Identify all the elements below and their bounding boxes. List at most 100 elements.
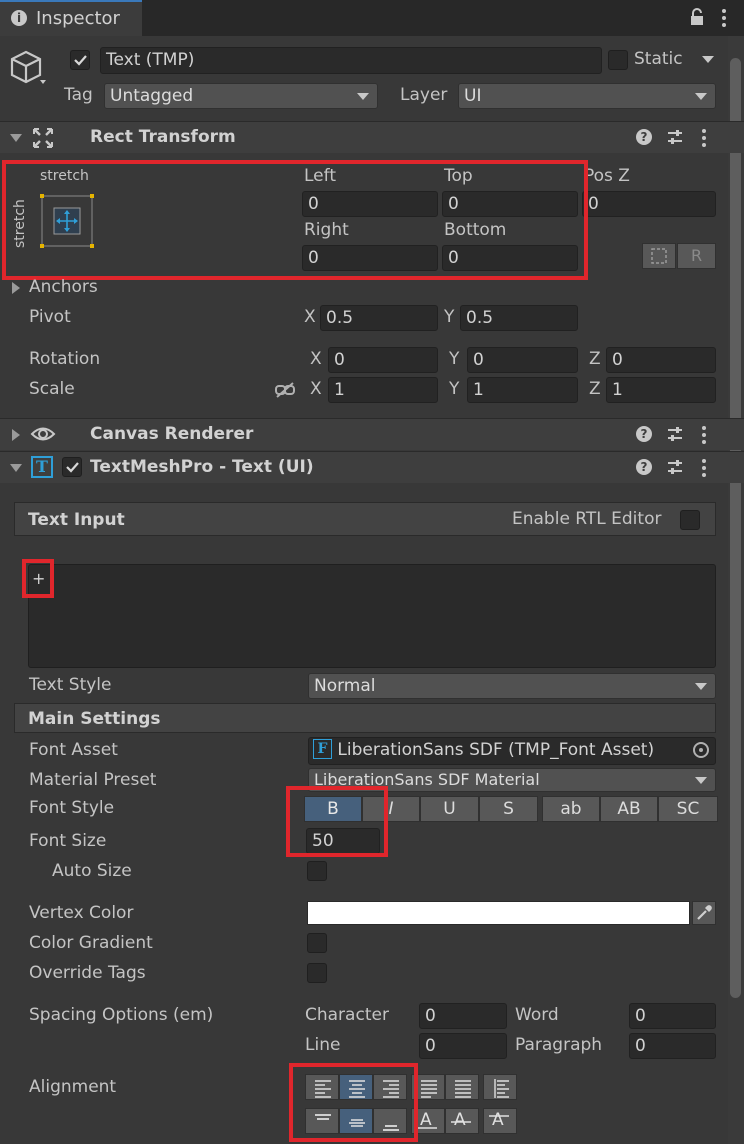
tag-label: Tag: [64, 85, 93, 105]
eyedropper-icon[interactable]: [692, 901, 716, 925]
active-checkbox[interactable]: [70, 50, 90, 70]
gameobject-cube-icon: [10, 48, 50, 93]
pivot-x-label: X: [304, 307, 316, 327]
component-menu-icon[interactable]: [701, 458, 707, 483]
align-bottom-button[interactable]: [373, 1108, 407, 1134]
bottom-field[interactable]: 0: [442, 245, 578, 271]
scale-y-field[interactable]: 1: [467, 377, 578, 403]
paragraph-label: Paragraph: [515, 1035, 603, 1055]
font-style-italic-button[interactable]: I: [362, 796, 420, 822]
font-asset-field[interactable]: F LiberationSans SDF (TMP_Font Asset): [308, 737, 716, 765]
align-right-button[interactable]: [373, 1074, 407, 1100]
scale-z-field[interactable]: 1: [606, 377, 716, 403]
left-label: Left: [304, 166, 336, 186]
scale-label: Scale: [29, 379, 75, 399]
align-left-button[interactable]: [305, 1074, 339, 1100]
anchor-preset-top-label: stretch: [40, 168, 89, 184]
align-middle-button[interactable]: [339, 1108, 373, 1134]
character-label: Character: [305, 1005, 389, 1025]
font-style-uppercase-button[interactable]: AB: [600, 796, 658, 822]
rot-z-label: Z: [589, 349, 601, 369]
canvas-renderer-title: Canvas Renderer: [90, 424, 254, 444]
font-style-underline-button[interactable]: U: [420, 796, 479, 822]
font-style-lowercase-button[interactable]: ab: [542, 796, 600, 822]
lock-icon[interactable]: [690, 8, 704, 26]
enable-rtl-checkbox[interactable]: [680, 510, 700, 530]
word-spacing-field[interactable]: 0: [629, 1003, 716, 1029]
align-justified-button[interactable]: [411, 1074, 445, 1100]
font-style-bold-button[interactable]: B: [304, 796, 362, 822]
rot-z-field[interactable]: 0: [606, 347, 716, 373]
material-preset-dropdown[interactable]: LiberationSans SDF Material: [308, 768, 716, 792]
top-label: Top: [444, 166, 473, 186]
tmp-enabled-checkbox[interactable]: [62, 457, 82, 477]
presets-icon[interactable]: [666, 425, 684, 448]
rot-y-field[interactable]: 0: [467, 347, 578, 373]
align-midline-button[interactable]: A: [445, 1108, 479, 1134]
anchors-label[interactable]: Anchors: [29, 277, 98, 297]
posz-field[interactable]: 0: [582, 191, 716, 217]
anchor-presets-button[interactable]: [40, 194, 94, 248]
blueprint-mode-button[interactable]: [642, 243, 676, 269]
tag-dropdown[interactable]: Untagged: [104, 83, 378, 109]
scrollbar-track[interactable]: [728, 36, 744, 1144]
tmp-header[interactable]: T TextMeshPro - Text (UI) ?: [0, 451, 744, 483]
auto-size-label: Auto Size: [52, 861, 132, 881]
static-dropdown-arrow-icon[interactable]: [702, 56, 714, 63]
layer-dropdown[interactable]: UI: [458, 83, 716, 109]
right-field[interactable]: 0: [302, 245, 438, 271]
pivot-x-field[interactable]: 0.5: [320, 305, 438, 331]
left-field[interactable]: 0: [302, 191, 438, 217]
scrollbar-thumb[interactable]: [730, 58, 741, 998]
foldout-closed-icon: [12, 429, 20, 441]
presets-icon[interactable]: [666, 458, 684, 481]
override-tags-checkbox[interactable]: [307, 963, 327, 983]
font-size-label: Font Size: [29, 831, 107, 851]
chevron-down-icon: [695, 683, 707, 690]
color-gradient-label: Color Gradient: [29, 933, 153, 953]
object-name-field[interactable]: Text (TMP): [100, 47, 602, 74]
inspector-tab[interactable]: i Inspector: [0, 0, 142, 36]
align-flush-button[interactable]: [445, 1074, 479, 1100]
presets-icon[interactable]: [666, 128, 684, 151]
vertex-color-swatch[interactable]: [307, 901, 690, 925]
align-center-button[interactable]: [339, 1074, 373, 1100]
font-style-strikethrough-button[interactable]: S: [479, 796, 538, 822]
chevron-down-icon: [695, 777, 707, 784]
object-picker-icon[interactable]: [693, 742, 709, 758]
font-size-field[interactable]: 50: [306, 828, 380, 854]
align-capline-button[interactable]: A: [483, 1108, 517, 1134]
align-geometry-center-button[interactable]: [483, 1074, 517, 1100]
constrain-proportions-link-icon[interactable]: [274, 381, 296, 404]
help-icon[interactable]: ?: [636, 129, 652, 145]
character-spacing-field[interactable]: 0: [419, 1003, 507, 1029]
rect-transform-header[interactable]: Rect Transform ?: [0, 121, 744, 153]
help-icon[interactable]: ?: [636, 426, 652, 442]
top-field[interactable]: 0: [442, 191, 578, 217]
align-top-button[interactable]: [305, 1108, 339, 1134]
foldout-closed-icon[interactable]: [12, 282, 20, 294]
auto-size-checkbox[interactable]: [307, 861, 327, 881]
more-menu-icon[interactable]: [720, 8, 728, 28]
pivot-label: Pivot: [29, 307, 71, 327]
text-input-label: Text Input: [28, 510, 125, 530]
raw-edit-button[interactable]: R: [677, 243, 716, 269]
component-menu-icon[interactable]: [701, 128, 707, 153]
color-gradient-checkbox[interactable]: [307, 933, 327, 953]
chevron-down-icon: [695, 93, 707, 100]
font-style-smallcaps-button[interactable]: SC: [658, 796, 718, 822]
rot-x-field[interactable]: 0: [328, 347, 438, 373]
static-checkbox[interactable]: [608, 50, 628, 70]
text-style-dropdown[interactable]: Normal: [308, 673, 716, 699]
text-input-area[interactable]: [28, 564, 716, 668]
paragraph-spacing-field[interactable]: 0: [629, 1033, 716, 1059]
eye-icon: [30, 425, 56, 448]
text-style-value: Normal: [314, 676, 376, 696]
canvas-renderer-header[interactable]: Canvas Renderer ?: [0, 418, 744, 450]
align-baseline-button[interactable]: A: [411, 1108, 445, 1134]
component-menu-icon[interactable]: [701, 425, 707, 450]
line-spacing-field[interactable]: 0: [419, 1033, 507, 1059]
scale-x-field[interactable]: 1: [328, 377, 438, 403]
pivot-y-field[interactable]: 0.5: [460, 305, 578, 331]
help-icon[interactable]: ?: [636, 459, 652, 475]
